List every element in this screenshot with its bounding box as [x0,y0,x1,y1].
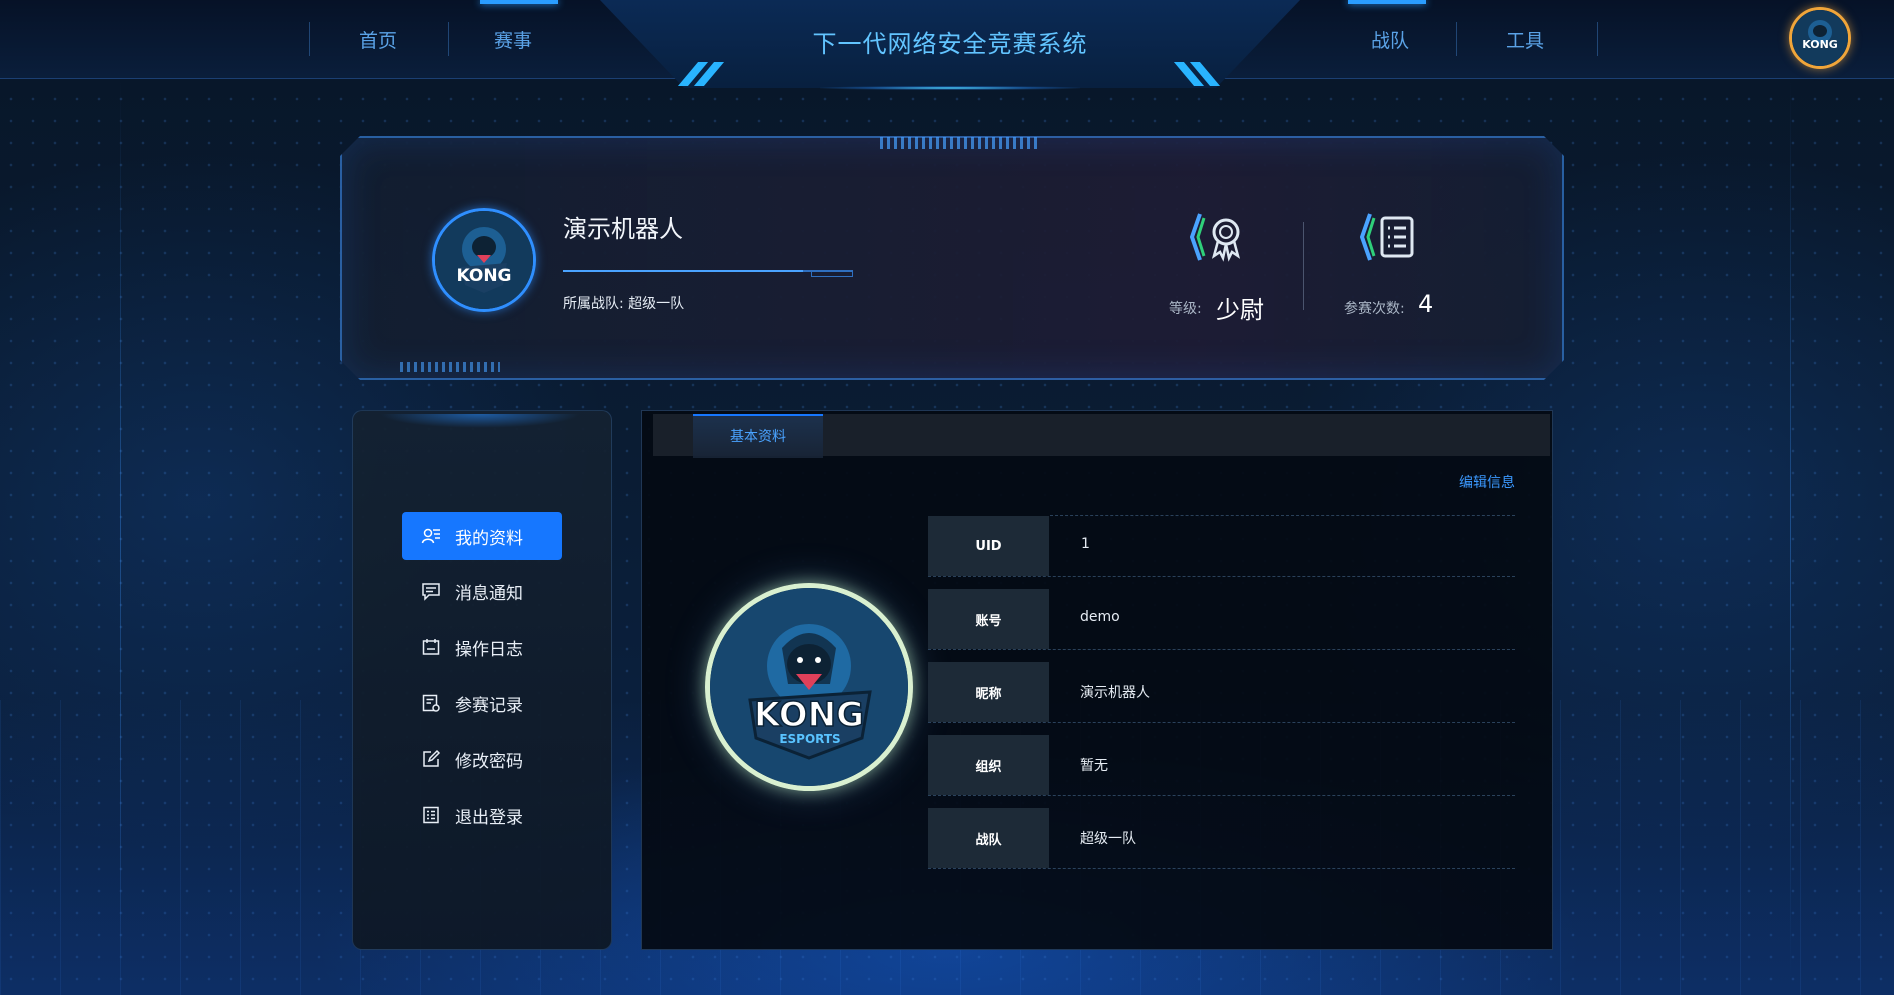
info-value: demo [1080,609,1120,625]
profile-avatar: KONG [432,208,536,312]
sidebar-item-label: 操作日志 [455,639,523,660]
record-icon [422,694,440,712]
edit-icon [423,749,441,767]
svg-text:KONG: KONG [754,695,864,735]
match-record-icon [1359,210,1422,264]
header-stripe-decoration [1160,62,1221,86]
sidebar-item-label: 退出登录 [455,807,523,828]
user-avatar-button[interactable]: KONG [1789,7,1851,69]
info-row-nickname: 昵称 演示机器人 [928,660,1515,723]
kong-logo-icon: KONG [1792,10,1848,66]
info-row-team: 战队 超级一队 [928,806,1515,869]
header-glow [820,86,1080,90]
site-title: 下一代网络安全竞赛系统 [812,30,1088,58]
info-row-account: 账号 demo [928,587,1515,650]
profile-username: 演示机器人 [563,215,683,243]
profile-team: 所属战队: 超级一队 [563,293,684,313]
nav-active-indicator [480,0,558,4]
info-key: 战队 [928,808,1049,868]
info-key: 账号 [928,589,1049,649]
sidebar-glow [380,414,580,428]
nav-separator [1456,22,1457,56]
nav-active-indicator [1348,0,1426,4]
info-value: 演示机器人 [1080,685,1150,701]
sidebar-item-label: 消息通知 [455,583,523,604]
rank-value: 少尉 [1216,296,1264,324]
edit-info-link[interactable]: 编辑信息 [1450,472,1515,492]
nav-separator [309,22,310,56]
info-key: UID [928,516,1049,576]
sidebar-item-logout[interactable]: 退出登录 [402,791,562,839]
banner-decoration [880,137,1040,149]
kong-logo-icon: KONG ESPORTS [710,588,908,786]
info-value: 暂无 [1080,758,1108,774]
matches-label: 参赛次数: [1344,301,1405,317]
team-name: 超级一队 [628,296,685,312]
rank-label: 等级: [1169,301,1202,317]
nav-home[interactable]: 首页 [313,26,443,53]
tab-basic-info[interactable]: 基本资料 [693,414,823,458]
sidebar-item-change-password[interactable]: 修改密码 [402,735,562,783]
background-line [1790,80,1791,980]
banner-decoration [400,362,500,372]
message-icon [422,583,440,601]
nav-tools[interactable]: 工具 [1460,26,1590,53]
profile-avatar-large: KONG ESPORTS [705,583,913,791]
matches-value: 4 [1418,290,1434,318]
sidebar-item-notifications[interactable]: 消息通知 [402,567,562,615]
info-key: 组织 [928,735,1049,795]
rank-medal-icon [1189,210,1252,264]
team-label: 所属战队: [563,296,624,312]
profile-name-underline [563,270,853,280]
stat-separator [1303,222,1304,310]
header-stripe-decoration [677,62,740,86]
calendar-log-icon [422,639,440,655]
svg-text:KONG: KONG [1802,38,1838,51]
logout-list-icon [423,806,439,824]
nav-teams[interactable]: 战队 [1325,26,1455,53]
info-key: 昵称 [928,662,1049,722]
sidebar-item-my-profile[interactable]: 我的资料 [402,512,562,560]
background-line [120,80,121,980]
info-row-uid: UID 1 [928,514,1515,577]
nav-separator [1597,22,1598,56]
info-value: 1 [1081,536,1090,552]
svg-text:KONG: KONG [456,266,511,286]
sidebar-item-label: 修改密码 [455,751,523,772]
kong-logo-icon: KONG [435,211,533,309]
info-value: 超级一队 [1080,831,1136,847]
sidebar-item-match-records[interactable]: 参赛记录 [402,679,562,727]
sidebar-item-label: 参赛记录 [455,695,523,716]
svg-text:ESPORTS: ESPORTS [779,732,840,746]
info-row-organization: 组织 暂无 [928,733,1515,796]
sidebar-item-label: 我的资料 [455,528,523,549]
sidebar-item-operation-log[interactable]: 操作日志 [402,623,562,671]
nav-events[interactable]: 赛事 [448,26,578,53]
user-card-icon [421,528,440,544]
